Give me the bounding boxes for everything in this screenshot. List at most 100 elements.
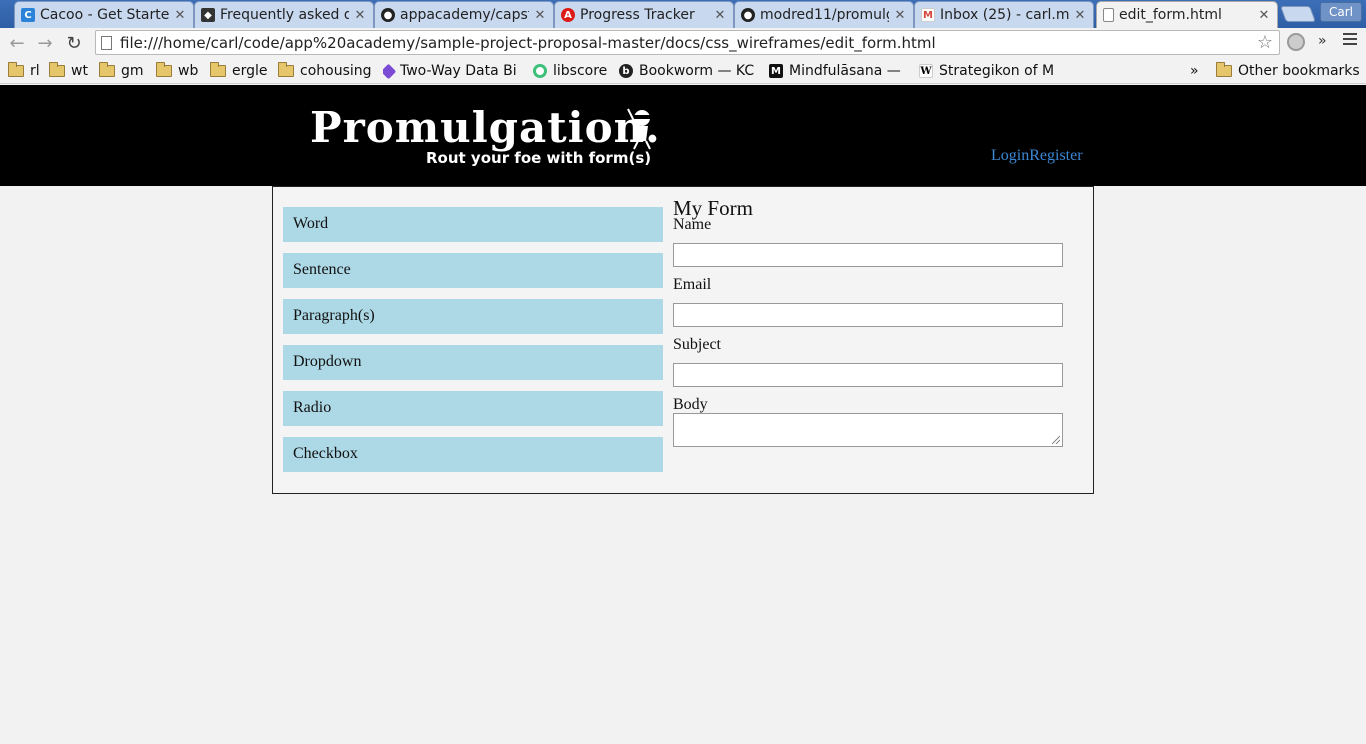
bookmark-folder-wt[interactable]: wt <box>49 61 88 81</box>
bookmarks-overflow-button[interactable]: » <box>1190 61 1199 81</box>
close-icon[interactable]: ✕ <box>713 8 727 23</box>
name-label: Name <box>673 216 712 233</box>
tab-title: Cacoo - Get Started <box>40 7 169 23</box>
ninja-icon: ◆ <box>201 8 215 22</box>
bookmark-label: wb <box>178 63 199 79</box>
bookmark-label: libscore <box>553 63 608 79</box>
tab-title: Inbox (25) - carl.ma <box>940 7 1069 23</box>
close-icon[interactable]: ✕ <box>173 8 187 23</box>
bookmark-label: ergle <box>232 63 268 79</box>
cacoo-icon: C <box>21 8 35 22</box>
gmail-icon: M <box>921 8 935 22</box>
bookmark-folder-ergle[interactable]: ergle <box>210 61 268 81</box>
extension-icon[interactable] <box>1287 33 1305 51</box>
tab-title: appacademy/capstone <box>400 7 529 23</box>
medium-icon: M <box>769 64 783 78</box>
close-icon[interactable]: ✕ <box>893 8 907 23</box>
tab-title: modred11/promulgation <box>760 7 889 23</box>
bookmark-label: Mindfulāsana — <box>789 63 901 79</box>
url-text[interactable]: file:///home/carl/code/app%20academy/sam… <box>120 34 936 52</box>
libscore-icon <box>533 64 547 78</box>
folder-icon <box>1216 62 1232 77</box>
tab-title: edit_form.html <box>1119 7 1222 23</box>
folder-icon <box>49 62 65 77</box>
address-bar[interactable]: file:///home/carl/code/app%20academy/sam… <box>95 30 1280 55</box>
page-icon <box>101 36 112 50</box>
field-type-checkbox[interactable]: Checkbox <box>283 437 663 472</box>
bookmark-folder-gm[interactable]: gm <box>99 61 144 81</box>
bookmark-label: gm <box>121 63 144 79</box>
resize-grip-icon[interactable] <box>1052 436 1060 444</box>
bookmark-label: Two-Way Data Bi <box>400 63 517 79</box>
tab-modred11-promulgation[interactable]: ● modred11/promulgation ✕ <box>734 1 914 28</box>
reload-icon[interactable]: ↻ <box>63 32 85 54</box>
bookmark-label: Other bookmarks <box>1238 63 1360 79</box>
site-tagline: Rout your foe with form(s) <box>426 149 652 167</box>
login-link[interactable]: Login <box>991 147 1029 164</box>
bookmark-folder-rl[interactable]: rl <box>8 61 40 81</box>
bookmark-folder-wb[interactable]: wb <box>156 61 198 81</box>
field-type-radio[interactable]: Radio <box>283 391 663 426</box>
github-icon: ● <box>381 8 395 22</box>
back-arrow-icon[interactable]: ← <box>6 32 28 54</box>
register-link[interactable]: Register <box>1029 147 1082 164</box>
bookmark-label: Strategikon of M <box>939 63 1055 79</box>
bookmark-mindfulasana[interactable]: M Mindfulāsana — <box>769 61 909 81</box>
bookmark-libscore[interactable]: libscore <box>533 61 607 81</box>
extensions-overflow-button[interactable]: » <box>1318 33 1327 49</box>
body-textarea[interactable] <box>673 413 1063 447</box>
forward-arrow-icon[interactable]: → <box>34 32 56 54</box>
bookworm-icon: b <box>619 64 633 78</box>
email-input[interactable] <box>673 303 1063 327</box>
github-icon: ● <box>741 8 755 22</box>
subject-label: Subject <box>673 336 721 353</box>
close-icon[interactable]: ✕ <box>1257 8 1271 23</box>
wikipedia-icon: W <box>919 64 933 78</box>
close-icon[interactable]: ✕ <box>353 8 367 23</box>
cube-icon <box>383 63 397 79</box>
body-label: Body <box>673 396 708 413</box>
bookmarks-bar: rl wt gm wb ergle cohousing Two-Way Data… <box>0 58 1366 84</box>
bookmark-label: Bookworm — KC <box>639 63 755 79</box>
field-type-paragraphs[interactable]: Paragraph(s) <box>283 299 663 334</box>
auth-links: LoginRegister <box>991 147 1083 165</box>
field-type-sentence[interactable]: Sentence <box>283 253 663 288</box>
site-logo[interactable]: Promulgation. <box>310 103 661 152</box>
site-header: Promulgation. Rout your foe with form(s)… <box>0 85 1366 186</box>
tab-appacademy-capstone[interactable]: ● appacademy/capstone ✕ <box>374 1 554 28</box>
bookmark-folder-cohousing[interactable]: cohousing <box>278 61 372 81</box>
bookmark-label: cohousing <box>300 63 372 79</box>
folder-icon <box>8 62 24 77</box>
bookmark-star-icon[interactable]: ☆ <box>1257 32 1273 53</box>
tab-faq[interactable]: ◆ Frequently asked questions ✕ <box>194 1 374 28</box>
field-type-word[interactable]: Word <box>283 207 663 242</box>
name-input[interactable] <box>673 243 1063 267</box>
form-editor-panel: Word Sentence Paragraph(s) Dropdown Radi… <box>272 186 1094 494</box>
bookmark-label: wt <box>71 63 88 79</box>
folder-icon <box>99 62 115 77</box>
folder-icon <box>210 62 226 77</box>
ninja-icon <box>627 108 651 150</box>
tab-strip: C Cacoo - Get Started ✕ ◆ Frequently ask… <box>0 0 1366 28</box>
tab-inbox[interactable]: M Inbox (25) - carl.ma ✕ <box>914 1 1094 28</box>
email-label: Email <box>673 276 712 293</box>
browser-toolbar: ← → ↻ file:///home/carl/code/app%20acade… <box>0 28 1366 58</box>
folder-icon <box>156 62 172 77</box>
new-tab-button[interactable] <box>1280 6 1316 22</box>
page-icon <box>1103 8 1114 22</box>
angular-icon: A <box>561 8 575 22</box>
close-icon[interactable]: ✕ <box>1073 8 1087 23</box>
tab-title: Progress Tracker <box>580 7 695 23</box>
other-bookmarks[interactable]: Other bookmarks <box>1216 61 1360 81</box>
subject-input[interactable] <box>673 363 1063 387</box>
profile-button[interactable]: Carl <box>1320 2 1362 22</box>
close-icon[interactable]: ✕ <box>533 8 547 23</box>
bookmark-strategikon[interactable]: W Strategikon of M <box>919 61 1059 81</box>
field-type-dropdown[interactable]: Dropdown <box>283 345 663 380</box>
bookmark-two-way-data-binding[interactable]: Two-Way Data Bi <box>383 61 522 81</box>
hamburger-menu-icon[interactable] <box>1343 33 1357 47</box>
tab-edit-form[interactable]: edit_form.html ✕ <box>1096 1 1278 28</box>
tab-cacoo[interactable]: C Cacoo - Get Started ✕ <box>14 1 194 28</box>
bookmark-bookworm[interactable]: b Bookworm — KC <box>619 61 759 81</box>
tab-progress-tracker[interactable]: A Progress Tracker ✕ <box>554 1 734 28</box>
